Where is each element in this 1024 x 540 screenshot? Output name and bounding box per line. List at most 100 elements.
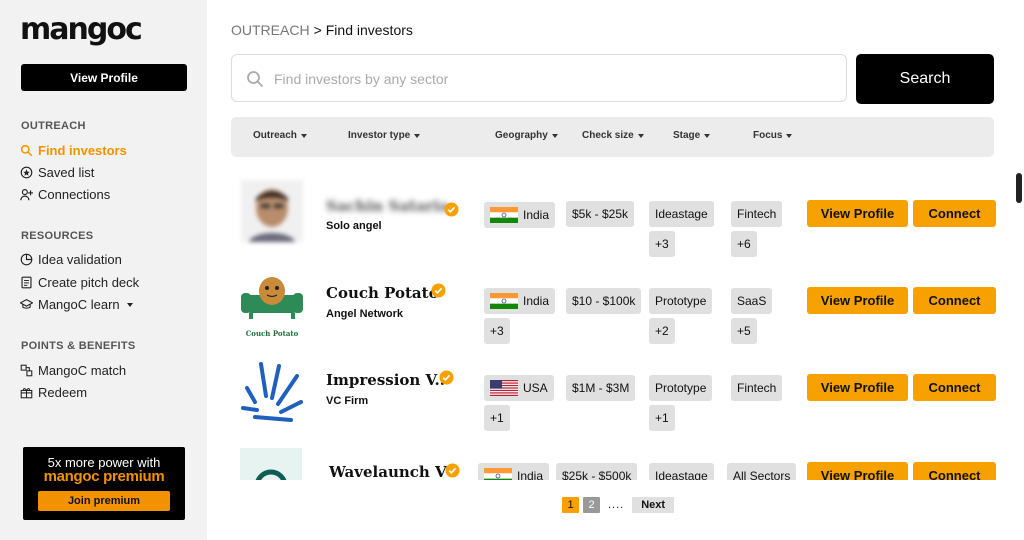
chevron-down-icon <box>704 133 711 138</box>
filter-bar: Outreach Investor type Geography Check s… <box>231 117 994 157</box>
view-profile-button[interactable]: View Profile <box>807 200 908 227</box>
india-flag-icon <box>490 207 518 223</box>
geography-tag: USA <box>484 375 554 401</box>
focus-tag: Fintech <box>731 375 783 401</box>
scrollbar-thumb[interactable] <box>1016 173 1022 203</box>
filter-stage[interactable]: Stage <box>673 130 711 141</box>
search-box[interactable] <box>231 54 847 102</box>
mangoc-logo[interactable]: mangoc <box>20 12 143 47</box>
sidebar-item-find-investors[interactable]: Find investors <box>20 143 127 158</box>
sidebar-item-redeem[interactable]: Redeem <box>20 385 87 400</box>
sidebar-section-points: POINTS & BENEFITS <box>21 340 136 352</box>
check-size-tag: $1M - $3M <box>566 375 636 401</box>
chevron-down-icon <box>414 133 421 138</box>
breadcrumb-separator: > <box>313 22 322 38</box>
chevron-down-icon <box>637 133 644 138</box>
stage-tag: Ideastage <box>649 463 714 480</box>
investor-name[interactable]: Wavelaunch Vc <box>329 463 456 480</box>
view-profile-button[interactable]: View Profile <box>807 374 908 401</box>
check-size-tag: $25k - $500k <box>556 463 638 480</box>
filter-check-size[interactable]: Check size <box>582 130 644 141</box>
investor-type: Solo angel <box>326 220 382 232</box>
stage-tag: Prototype <box>649 375 713 401</box>
join-premium-button[interactable]: Join premium <box>38 491 170 511</box>
sidebar-item-mangoc-match[interactable]: MangoC match <box>20 363 126 378</box>
verified-badge-icon <box>444 202 459 217</box>
india-flag-icon <box>490 293 518 309</box>
view-profile-button[interactable]: View Profile <box>807 287 908 314</box>
search-button[interactable]: Search <box>856 54 994 104</box>
geography-tag: India <box>484 288 556 314</box>
focus-tag: Fintech <box>731 201 783 227</box>
breadcrumb-current: Find investors <box>325 22 413 38</box>
sidebar-item-idea-validation[interactable]: Idea validation <box>20 252 122 267</box>
filter-label: Stage <box>673 130 701 141</box>
stage-more-tag[interactable]: +1 <box>649 405 675 431</box>
search-icon <box>247 71 264 88</box>
focus-tag: All Sectors <box>727 463 797 480</box>
user-plus-icon <box>20 189 33 201</box>
filter-outreach[interactable]: Outreach <box>253 130 307 141</box>
page-1-button[interactable]: 1 <box>562 497 579 513</box>
sidebar-item-mangoc-learn[interactable]: MangoC learn <box>20 297 133 312</box>
geography-more-tag[interactable]: +1 <box>484 405 510 431</box>
sidebar-item-create-pitch-deck[interactable]: Create pitch deck <box>20 275 139 290</box>
star-circle-icon <box>20 166 33 179</box>
match-icon <box>20 364 33 377</box>
filter-label: Outreach <box>253 130 297 141</box>
stage-more-tag[interactable]: +3 <box>649 231 675 257</box>
focus-more-tag[interactable]: +6 <box>731 231 757 257</box>
country-label: India <box>517 469 544 480</box>
country-label: India <box>523 294 550 308</box>
investor-name[interactable]: Impression V.. <box>326 371 445 389</box>
connect-button[interactable]: Connect <box>913 374 996 401</box>
investor-name[interactable]: Sachin Sataria <box>326 197 449 215</box>
focus-more-tag[interactable]: +5 <box>731 318 757 344</box>
sidebar-item-label: Redeem <box>38 385 88 400</box>
sidebar-section-resources: RESOURCES <box>21 230 94 242</box>
promo-brand: mangoc premium <box>43 468 165 485</box>
stage-more-tag[interactable]: +2 <box>649 318 675 344</box>
country-label: USA <box>523 381 548 395</box>
view-profile-button[interactable]: View Profile <box>807 462 908 480</box>
premium-promo: 5x more power with mangoc premium Join p… <box>23 447 185 520</box>
check-size-tag: $10 - $100k <box>566 288 642 314</box>
breadcrumb: OUTREACH > Find investors <box>231 22 413 38</box>
view-profile-button[interactable]: View Profile <box>21 64 187 91</box>
graduation-cap-icon <box>20 299 33 309</box>
sidebar-item-connections[interactable]: Connections <box>20 187 110 202</box>
chevron-down-icon <box>786 133 793 138</box>
search-input[interactable] <box>274 67 834 91</box>
geography-more-tag[interactable]: +3 <box>484 318 510 344</box>
impression-logo-icon <box>241 362 303 422</box>
investor-name[interactable]: Couch Potato <box>326 284 439 302</box>
gift-icon <box>20 388 33 399</box>
page-2-button[interactable]: 2 <box>583 497 600 513</box>
filter-geography[interactable]: Geography <box>495 130 558 141</box>
next-page-button[interactable]: Next <box>632 497 675 513</box>
india-flag-icon <box>484 468 512 480</box>
sidebar-item-label: Connections <box>38 187 111 202</box>
sidebar-section-outreach: OUTREACH <box>21 120 86 132</box>
focus-tag: SaaS <box>731 288 773 314</box>
connect-button[interactable]: Connect <box>913 462 996 480</box>
filter-label: Check size <box>582 130 634 141</box>
stage-tag: Prototype <box>649 288 713 314</box>
sidebar-item-label: MangoC learn <box>38 297 120 312</box>
wavelaunch-logo-icon <box>240 448 302 480</box>
check-size-tag: $5k - $25k <box>566 201 635 227</box>
breadcrumb-outreach[interactable]: OUTREACH <box>231 22 310 38</box>
country-label: India <box>523 208 550 222</box>
connect-button[interactable]: Connect <box>913 200 996 227</box>
connect-button[interactable]: Connect <box>913 287 996 314</box>
avatar: Couch Potato <box>241 273 303 338</box>
pagination-ellipsis: .... <box>608 499 625 511</box>
pagination: 1 2 .... Next <box>562 497 675 513</box>
filter-investor-type[interactable]: Investor type <box>348 130 421 141</box>
investor-row: Sachin Sataria Solo angel India $5k - $2… <box>231 172 1011 260</box>
filter-label: Focus <box>753 130 783 141</box>
search-icon <box>20 144 33 157</box>
sidebar-item-saved-list[interactable]: Saved list <box>20 165 94 180</box>
filter-focus[interactable]: Focus <box>753 130 793 141</box>
document-icon <box>21 276 32 289</box>
